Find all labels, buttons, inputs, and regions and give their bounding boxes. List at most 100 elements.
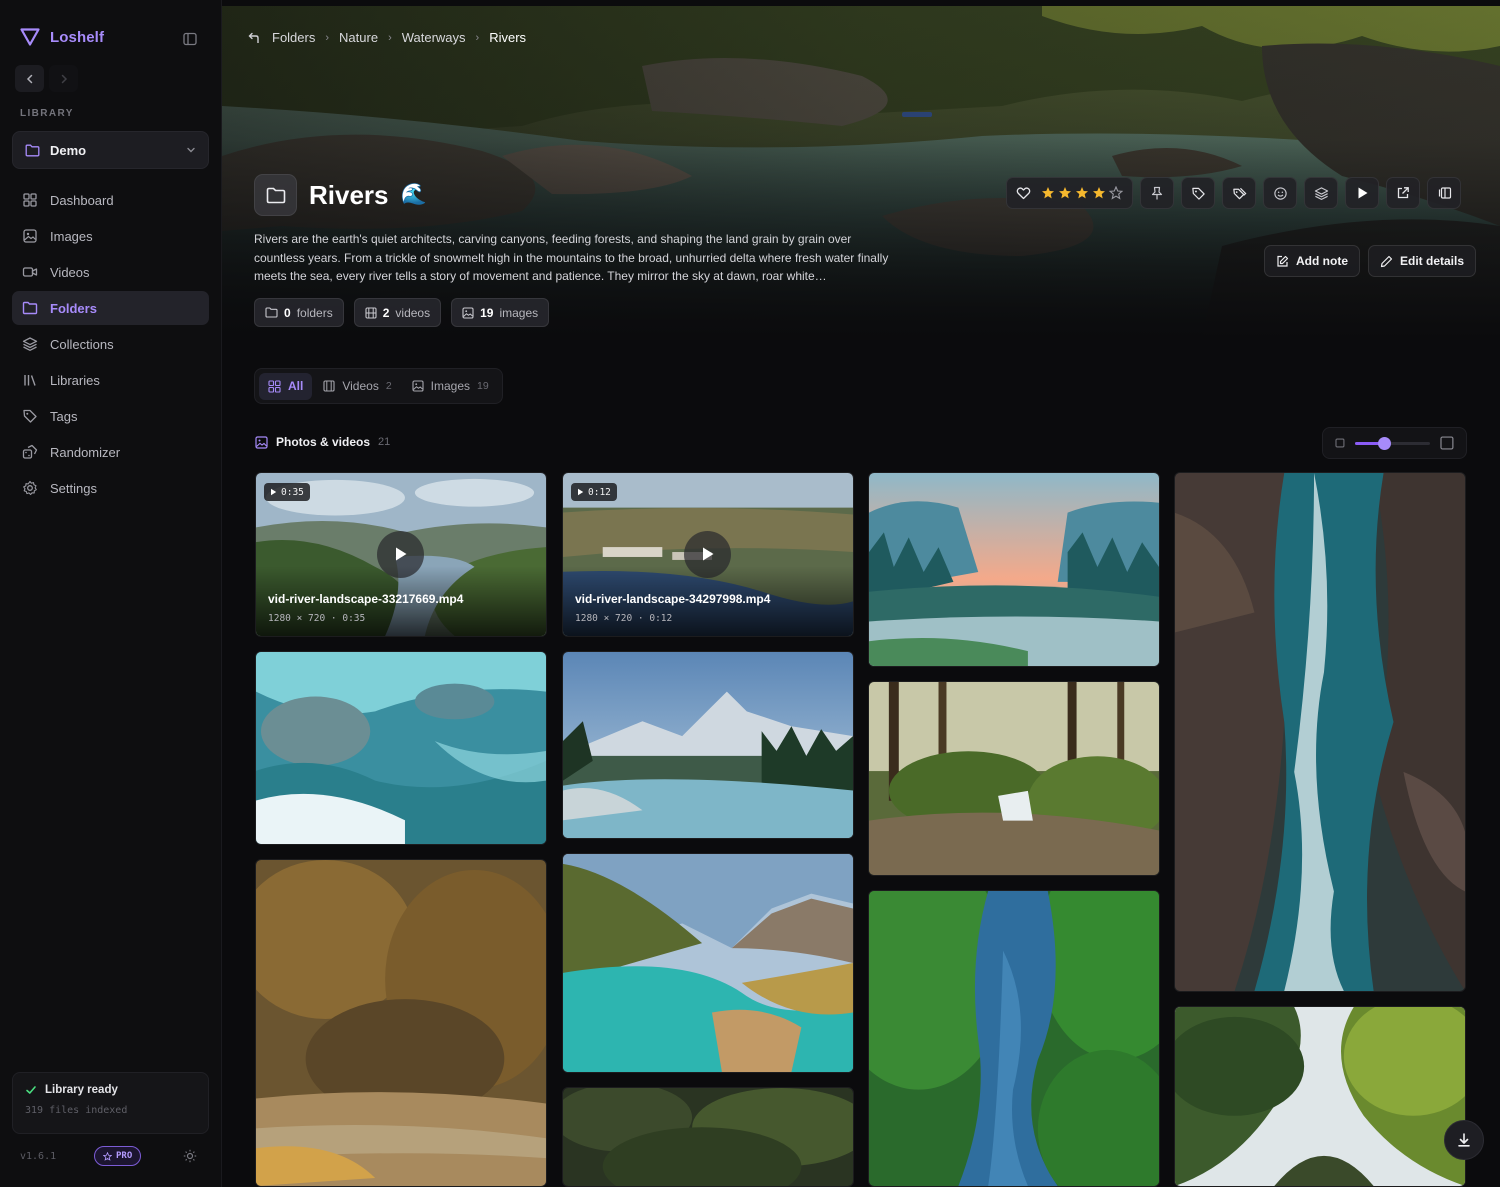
heart-icon[interactable] (1016, 186, 1031, 200)
tab-all[interactable]: All (259, 372, 313, 400)
slider-knob[interactable] (1377, 436, 1391, 450)
tag-button[interactable] (1181, 177, 1215, 209)
sidebar-item-libraries[interactable]: Libraries (12, 363, 209, 397)
image-thumbnail (563, 1088, 853, 1186)
image-tile[interactable] (868, 890, 1160, 1187)
image-tile[interactable] (255, 651, 547, 845)
chevron-right-icon (61, 74, 67, 83)
star-filled-icon[interactable] (1075, 186, 1089, 200)
image-icon (462, 306, 474, 319)
image-tile[interactable] (868, 472, 1160, 667)
library-selector[interactable]: Demo (12, 131, 209, 169)
version-label: v1.6.1 (20, 1151, 57, 1162)
add-note-button[interactable]: Add note (1264, 245, 1360, 277)
breadcrumb-separator-icon: › (325, 31, 330, 44)
star-empty-icon[interactable] (1109, 186, 1123, 200)
toggle-panel-button[interactable] (1427, 177, 1461, 209)
pro-badge[interactable]: PRO (94, 1146, 142, 1166)
sidebar-item-randomizer[interactable]: Randomizer (12, 435, 209, 469)
theme-toggle-icon[interactable] (183, 1149, 197, 1168)
sidebar-nav: Dashboard Images Videos Folders Collecti… (12, 183, 209, 507)
library-icon (24, 375, 36, 386)
edit-details-button[interactable]: Edit details (1368, 245, 1477, 277)
sidebar-item-label: Tags (50, 408, 78, 424)
star-filled-icon[interactable] (1058, 186, 1072, 200)
section-count: 21 (378, 436, 391, 448)
image-tile[interactable] (562, 853, 854, 1073)
sidebar-item-tags[interactable]: Tags (12, 399, 209, 433)
image-tile[interactable] (1174, 1006, 1466, 1187)
folder-actions: Add note Edit details (1264, 245, 1477, 277)
thumbnail-size-slider[interactable] (1354, 436, 1431, 450)
breadcrumb-folders[interactable]: Folders (272, 30, 315, 45)
image-tile[interactable] (868, 681, 1160, 876)
emoji-button[interactable] (1263, 177, 1297, 209)
folder-icon (265, 307, 278, 318)
tab-label: Images (430, 379, 471, 393)
status-title: Library ready (45, 1084, 118, 1096)
tag-icon (23, 409, 37, 423)
sidebar-item-dashboard[interactable]: Dashboard (12, 183, 209, 217)
play-icon (1358, 187, 1367, 199)
folders-count-chip[interactable]: 0 folders (254, 298, 344, 327)
folder-hero: Folders › Nature › Waterways › Rivers Ri… (222, 6, 1500, 338)
sidebar-item-collections[interactable]: Collections (12, 327, 209, 361)
breadcrumb-nature[interactable]: Nature (339, 30, 378, 45)
tags-button[interactable] (1222, 177, 1256, 209)
video-tile[interactable]: 0:35 vid-river-landscape-33217669.mp4 12… (255, 472, 547, 637)
image-thumbnail (256, 652, 546, 844)
sidebar-item-settings[interactable]: Settings (12, 471, 209, 505)
breadcrumb-waterways[interactable]: Waterways (402, 30, 466, 45)
video-tile[interactable]: 0:12 vid-river-landscape-34297998.mp4 12… (562, 472, 854, 637)
folder-icon[interactable] (254, 174, 297, 216)
grid-icon (268, 379, 281, 393)
duration-text: 0:35 (281, 486, 304, 498)
star-filled-icon[interactable] (1041, 186, 1055, 200)
arrow-up-left-icon[interactable] (248, 31, 262, 45)
sidebar-item-images[interactable]: Images (12, 219, 209, 253)
collections-button[interactable] (1304, 177, 1338, 209)
image-tile[interactable] (562, 651, 854, 839)
play-icon (702, 547, 713, 561)
image-tile[interactable] (562, 1087, 854, 1187)
play-icon (578, 488, 584, 496)
download-button[interactable] (1444, 1120, 1484, 1160)
tab-images[interactable]: Images 19 (403, 373, 498, 400)
sidebar-toggle-icon[interactable] (182, 31, 198, 47)
tags-icon (1232, 187, 1246, 199)
image-thumbnail (563, 652, 853, 838)
check-icon (26, 1086, 36, 1094)
pin-button[interactable] (1140, 177, 1174, 209)
dashboard-icon (23, 193, 37, 207)
folder-title-row: Rivers 🌊 (254, 174, 427, 216)
add-note-label: Add note (1296, 254, 1348, 268)
star-filled-icon[interactable] (1092, 186, 1106, 200)
folder-description[interactable]: Rivers are the earth's quiet architects,… (254, 230, 894, 286)
image-tile[interactable] (1174, 472, 1466, 992)
play-all-button[interactable] (1345, 177, 1379, 209)
play-icon (271, 488, 277, 496)
image-thumbnail (563, 854, 853, 1072)
folders-count-label: folders (296, 305, 333, 320)
videos-count-chip[interactable]: 2 videos (353, 298, 442, 327)
sidebar-item-folders[interactable]: Folders (12, 291, 209, 325)
open-external-button[interactable] (1386, 177, 1420, 209)
sidebar-item-videos[interactable]: Videos (12, 255, 209, 289)
page-title: Rivers (309, 179, 389, 210)
image-tile[interactable] (255, 859, 547, 1187)
video-duration-badge: 0:35 (264, 483, 310, 501)
rating-stars[interactable] (1041, 186, 1123, 200)
sidebar-item-label: Images (50, 228, 93, 244)
forward-button[interactable] (49, 65, 78, 92)
back-button[interactable] (15, 65, 44, 92)
image-thumbnail (869, 891, 1159, 1186)
image-thumbnail (1175, 473, 1465, 991)
images-count-chip[interactable]: 19 images (451, 298, 550, 327)
sidebar-item-label: Videos (50, 264, 90, 280)
brand[interactable]: Loshelf (20, 28, 104, 46)
duration-text: 0:12 (588, 486, 611, 498)
tab-videos[interactable]: Videos 2 (314, 373, 400, 400)
section-title: Photos & videos (276, 435, 371, 449)
large-square-icon (1440, 436, 1454, 450)
small-square-icon (1335, 438, 1345, 448)
